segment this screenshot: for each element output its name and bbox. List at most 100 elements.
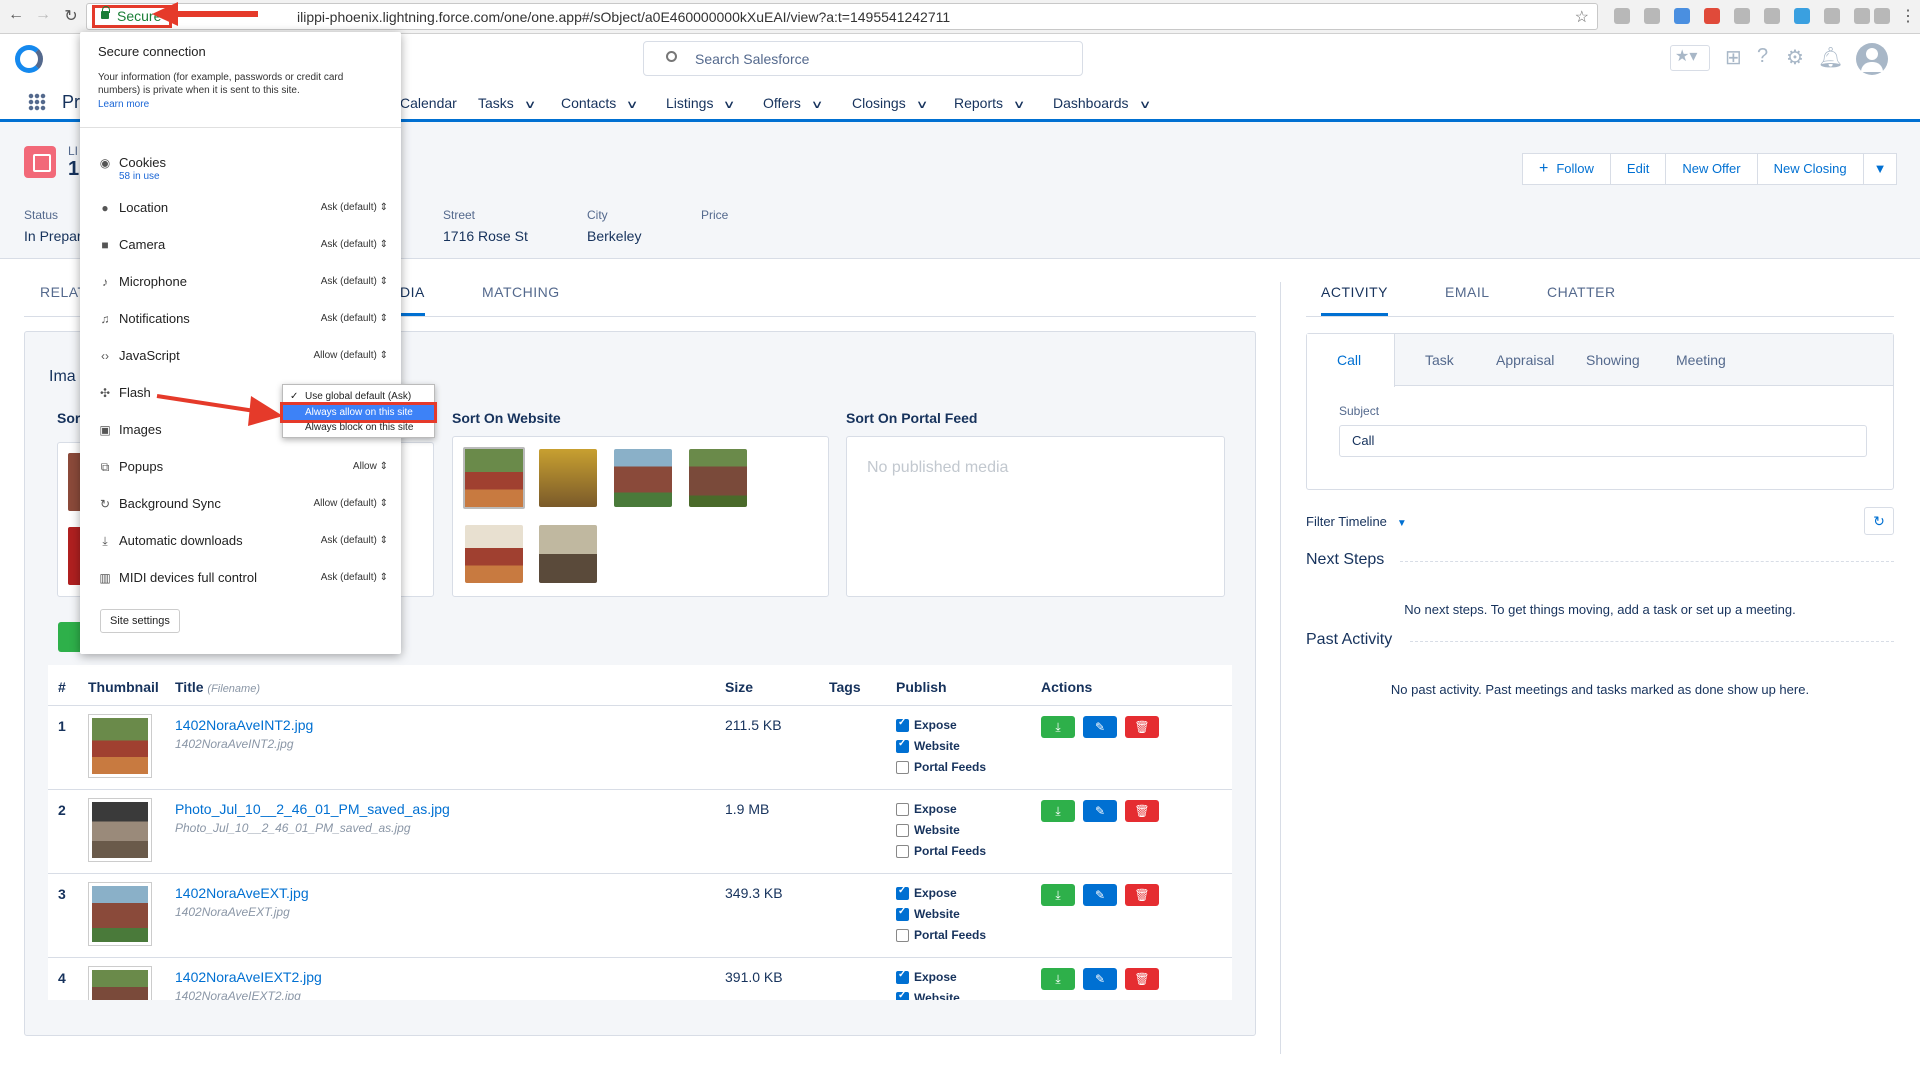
permission-select[interactable]: Ask (default) ⇕ [321, 202, 388, 213]
row-thumbnail[interactable] [88, 714, 152, 778]
permission-select[interactable]: Ask (default) ⇕ [321, 276, 388, 287]
download-button[interactable]: ⤓ [1041, 716, 1075, 738]
search-input[interactable]: Search Salesforce [643, 41, 1083, 76]
chevron-down-icon[interactable]: ∨ [626, 98, 639, 111]
url-text[interactable]: ilippi-phoenix.lightning.force.com/one/o… [297, 9, 950, 25]
extension-icon[interactable] [1704, 8, 1720, 24]
dropdown-option-selected[interactable]: Always allow on this site [280, 402, 437, 423]
permission-row[interactable]: ▥ MIDI devices full control Ask (default… [98, 569, 388, 589]
extension-icon[interactable] [1854, 8, 1870, 24]
tab-email[interactable]: EMAIL [1445, 284, 1490, 300]
permission-row[interactable]: ● Location Ask (default) ⇕ [98, 199, 388, 219]
permission-select[interactable]: Ask (default) ⇕ [321, 313, 388, 324]
tab-matching[interactable]: MATCHING [482, 284, 560, 300]
favorites-star-icon[interactable]: ★▾ [1670, 45, 1710, 71]
cookies-count-link[interactable]: 58 in use [119, 171, 160, 182]
composer-tab-task[interactable]: Task [1425, 352, 1454, 368]
chevron-down-icon[interactable]: ∨ [1013, 98, 1026, 111]
row-thumbnail[interactable] [88, 966, 152, 1000]
tab-chatter[interactable]: CHATTER [1547, 284, 1616, 300]
filter-timeline[interactable]: Filter Timeline ▼ [1306, 514, 1407, 529]
site-settings-button[interactable]: Site settings [100, 609, 180, 633]
composer-tab-call[interactable]: Call [1337, 352, 1361, 368]
dropdown-option[interactable]: Always block on this site [283, 420, 434, 435]
new-offer-button[interactable]: New Offer [1665, 153, 1758, 185]
extension-icon[interactable] [1614, 8, 1630, 24]
extension-icon[interactable] [1644, 8, 1660, 24]
website-checkbox[interactable]: Website [896, 906, 960, 921]
permission-row[interactable]: ‹› JavaScript Allow (default) ⇕ [98, 347, 388, 367]
edit-icon[interactable]: ✎ [1083, 716, 1117, 738]
nav-item-tasks[interactable]: Tasks ∨ [478, 95, 536, 111]
media-title-link[interactable]: Photo_Jul_10__2_46_01_PM_saved_as.jpg [175, 801, 450, 817]
follow-button[interactable]: + Follow [1522, 153, 1611, 185]
extension-icon[interactable] [1824, 8, 1840, 24]
edit-button[interactable]: Edit [1609, 153, 1667, 185]
media-title-link[interactable]: 1402NoraAveINT2.jpg [175, 717, 313, 733]
website-checkbox[interactable]: Website [896, 823, 960, 837]
row-thumbnail[interactable] [88, 798, 152, 862]
composer-tab-appraisal[interactable]: Appraisal [1496, 352, 1554, 368]
media-title-link[interactable]: 1402NoraAveIEXT2.jpg [175, 969, 322, 985]
nav-item-calendar[interactable]: Calendar [400, 95, 457, 111]
more-actions-button[interactable]: ▼ [1862, 153, 1898, 185]
address-bar[interactable]: Secure ilippi-phoenix.lightning.force.co… [86, 3, 1598, 30]
cookies-row[interactable]: ◉ Cookies 58 in use [98, 154, 388, 182]
download-button[interactable]: ⤓ [1041, 968, 1075, 990]
gear-icon[interactable]: ⚙ [1786, 45, 1804, 70]
menu-icon[interactable]: ⋮ [1898, 6, 1918, 26]
extension-icon[interactable] [1874, 8, 1890, 24]
delete-icon[interactable]: 🗑︎ [1125, 968, 1159, 990]
permission-row[interactable]: ⤓ Automatic downloads Ask (default) ⇕ [98, 532, 388, 552]
nav-item-dashboards[interactable]: Dashboards ∨ [1053, 95, 1151, 111]
website-checkbox[interactable]: Website [896, 738, 960, 753]
delete-icon[interactable]: 🗑︎ [1125, 884, 1159, 906]
chevron-down-icon[interactable]: ∨ [523, 98, 536, 111]
extension-icon[interactable] [1794, 8, 1810, 24]
nav-item-offers[interactable]: Offers ∨ [763, 95, 823, 111]
expose-checkbox[interactable]: Expose [896, 969, 957, 984]
bell-icon[interactable]: 🔔︎ [1818, 45, 1843, 70]
forward-icon[interactable]: → [33, 6, 53, 24]
nav-item-contacts[interactable]: Contacts ∨ [561, 95, 639, 111]
expose-checkbox[interactable]: Expose [896, 802, 957, 816]
back-icon[interactable]: ← [6, 6, 26, 24]
chevron-down-icon[interactable]: ∨ [1138, 98, 1151, 111]
permission-select[interactable]: Ask (default) ⇕ [321, 572, 388, 583]
app-launcher-icon[interactable] [28, 93, 46, 111]
download-button[interactable]: ⤓ [1041, 800, 1075, 822]
permission-select[interactable]: Ask (default) ⇕ [321, 535, 388, 546]
chevron-down-icon[interactable]: ∨ [723, 98, 736, 111]
refresh-icon[interactable]: ↻ [1864, 507, 1894, 535]
edit-icon[interactable]: ✎ [1083, 800, 1117, 822]
edit-icon[interactable]: ✎ [1083, 884, 1117, 906]
thumbnail[interactable] [465, 525, 523, 583]
learn-more-link[interactable]: Learn more [98, 99, 149, 110]
thumbnail[interactable] [539, 525, 597, 583]
media-title-link[interactable]: 1402NoraAveEXT.jpg [175, 885, 309, 901]
chevron-down-icon[interactable]: ∨ [915, 98, 928, 111]
edit-icon[interactable]: ✎ [1083, 968, 1117, 990]
website-checkbox[interactable]: Website [896, 990, 960, 1000]
portal-checkbox[interactable]: Portal Feeds [896, 844, 986, 858]
tab-media[interactable]: DIA [400, 284, 425, 316]
permission-select[interactable]: Allow (default) ⇕ [313, 498, 388, 509]
extension-icon[interactable] [1734, 8, 1750, 24]
permission-select[interactable]: Allow (default) ⇕ [313, 350, 388, 361]
avatar[interactable] [1856, 43, 1888, 75]
composer-tab-meeting[interactable]: Meeting [1676, 352, 1726, 368]
nav-item-closings[interactable]: Closings ∨ [852, 95, 928, 111]
nav-item-listings[interactable]: Listings ∨ [666, 95, 736, 111]
thumbnail[interactable] [539, 449, 597, 507]
download-button[interactable]: ⤓ [1041, 884, 1075, 906]
help-icon[interactable]: ? [1757, 45, 1768, 68]
thumbnail[interactable] [689, 449, 747, 507]
portal-checkbox[interactable]: Portal Feeds [896, 760, 986, 774]
reload-icon[interactable]: ↻ [61, 6, 81, 26]
expose-checkbox[interactable]: Expose [896, 885, 957, 900]
extension-icon[interactable] [1674, 8, 1690, 24]
chevron-down-icon[interactable]: ∨ [810, 98, 823, 111]
thumbnail[interactable] [463, 447, 525, 509]
permission-row[interactable]: ↻ Background Sync Allow (default) ⇕ [98, 495, 388, 515]
add-icon[interactable]: ⊞ [1725, 45, 1742, 70]
